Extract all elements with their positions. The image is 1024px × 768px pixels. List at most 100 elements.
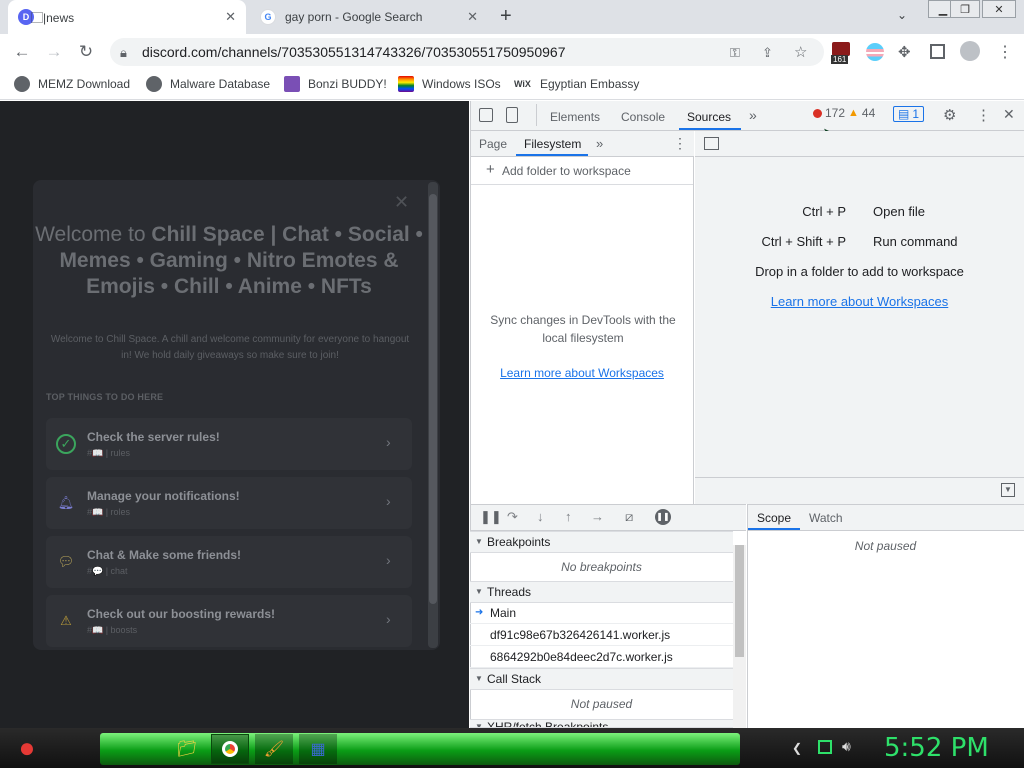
bookmark-star-icon[interactable]: ☆	[794, 43, 807, 61]
tab-elements[interactable]: Elements	[550, 110, 600, 124]
speaker-icon[interactable]: 🔊︎	[842, 738, 851, 755]
pause-icon[interactable]: ❚❚	[480, 509, 502, 525]
bookmark-windows-isos[interactable]: Windows ISOs	[398, 76, 501, 92]
tab-news[interactable]: D ⃞|news ✕	[8, 0, 246, 34]
bookmark-bonzi[interactable]: Bonzi BUDDY!	[284, 76, 387, 92]
reload-icon[interactable]: ↻	[75, 41, 97, 63]
step-icon[interactable]: →	[591, 509, 604, 524]
modal-close-icon[interactable]: ✕	[394, 192, 409, 213]
tab-page[interactable]: Page	[479, 137, 507, 151]
url-text[interactable]: discord.com/channels/703530551314743326/…	[142, 44, 565, 60]
chevron-right-icon: ›	[386, 493, 391, 509]
tab-close-icon[interactable]: ✕	[467, 9, 478, 25]
step-over-icon[interactable]: ↷	[507, 509, 518, 525]
issues-counter[interactable]: 172 ▲ 44	[813, 106, 875, 120]
scrollbar-thumb[interactable]	[735, 545, 744, 657]
lock-icon[interactable]: 🔒︎	[120, 45, 127, 61]
tab-watch[interactable]: Watch	[809, 511, 843, 525]
warning-triangle-icon: ⚠︎	[60, 613, 72, 628]
key-icon[interactable]: ⚿	[730, 45, 740, 61]
divider	[536, 104, 537, 126]
scrollbar-thumb[interactable]	[429, 194, 437, 604]
debugger-scrollbar[interactable]	[733, 545, 746, 728]
devtools-close-icon[interactable]: ✕	[1003, 106, 1015, 123]
inspect-element-icon[interactable]	[479, 108, 493, 122]
taskbar-clock[interactable]: 5:52 PM	[884, 733, 989, 763]
navigator-menu-icon[interactable]: ⋮	[673, 135, 687, 152]
threads-section[interactable]: Threads	[470, 581, 733, 603]
side-panel-icon[interactable]	[930, 44, 945, 59]
section-heading: TOP THINGS TO DO HERE	[46, 392, 164, 402]
step-out-icon[interactable]: ↑	[565, 509, 572, 524]
more-tabs-chevron-icon[interactable]: »	[596, 136, 603, 151]
tab-search-chevron-icon[interactable]: ⌄	[897, 8, 907, 22]
bookmark-label: Malware Database	[170, 77, 271, 91]
extension-flag-icon[interactable]	[866, 43, 884, 61]
profile-avatar-icon[interactable]	[960, 41, 980, 61]
modal-description: Welcome to Chill Space. A chill and welc…	[50, 334, 410, 361]
scope-pane	[747, 531, 1024, 728]
app-window-icon[interactable]: ▦	[299, 734, 337, 764]
error-icon	[813, 108, 822, 118]
shortcut-keys: Ctrl + Shift + P	[761, 234, 846, 249]
tab-filesystem[interactable]: Filesystem	[524, 137, 581, 151]
extension-calendar-icon[interactable]	[832, 42, 850, 56]
editor-pane	[695, 131, 1024, 504]
extensions-puzzle-icon[interactable]: ✥	[898, 43, 911, 61]
restore-button[interactable]: ❐	[950, 0, 980, 18]
forward-arrow-icon[interactable]: →	[43, 41, 65, 63]
pause-on-exceptions-icon[interactable]: ❚❚	[655, 509, 671, 525]
bookmark-memz[interactable]: MEMZ Download	[14, 76, 130, 92]
chevron-right-icon: ›	[386, 552, 391, 568]
tab-console[interactable]: Console	[621, 110, 665, 124]
task-chat[interactable]	[46, 536, 412, 588]
call-stack-section[interactable]: Call Stack	[470, 668, 733, 690]
learn-more-link[interactable]: Learn more about Workspaces	[695, 294, 1024, 309]
angry-bird-start-icon[interactable]: ●	[4, 729, 50, 767]
task-boosting[interactable]	[46, 595, 412, 647]
close-window-button[interactable]: ✕	[982, 0, 1016, 18]
messages-badge[interactable]: ▤ 1	[893, 106, 925, 122]
network-icon[interactable]: ❮	[792, 741, 802, 755]
paint-brush-icon[interactable]: 🖌︎	[255, 734, 293, 764]
share-icon[interactable]: ⇪	[762, 45, 773, 61]
add-folder-label[interactable]: Add folder to workspace	[502, 164, 631, 178]
task-notifications[interactable]	[46, 477, 412, 529]
bookmark-label: Bonzi BUDDY!	[308, 77, 387, 91]
breakpoints-section[interactable]: Breakpoints	[470, 531, 733, 553]
deactivate-breakpoints-icon[interactable]: ⧄	[625, 509, 633, 525]
tab-title: gay porn - Google Search	[285, 10, 423, 24]
bookmark-malware-db[interactable]: Malware Database	[146, 76, 270, 92]
discord-favicon-icon: D	[18, 9, 34, 25]
current-thread-arrow-icon: ➜	[475, 607, 484, 618]
task-channel: #📖 | boosts	[87, 625, 138, 635]
learn-more-link[interactable]: Learn more about Workspaces	[480, 366, 684, 380]
task-server-rules[interactable]	[46, 418, 412, 470]
folder-icon[interactable]: 📁︎	[168, 734, 206, 764]
tab-scope[interactable]: Scope	[757, 511, 791, 525]
thread-row[interactable]: df91c98e67b326426141.worker.js	[470, 624, 733, 646]
devtools-menu-icon[interactable]: ⋮	[976, 106, 991, 124]
chrome-taskbar-icon[interactable]	[211, 734, 249, 764]
device-toolbar-icon[interactable]	[506, 107, 518, 123]
tab-google-search[interactable]: G gay porn - Google Search ✕	[250, 0, 488, 34]
tab-close-icon[interactable]: ✕	[225, 9, 236, 25]
modal-title: Welcome to Chill Space | Chat • Social •…	[33, 222, 425, 300]
step-into-icon[interactable]: ↓	[537, 509, 544, 524]
back-arrow-icon[interactable]: ←	[11, 41, 33, 63]
toggle-debugger-icon[interactable]: ▼	[1001, 483, 1015, 497]
xhr-breakpoints-section[interactable]: XHR/fetch Breakpoints	[470, 719, 733, 728]
rainbow-flag-icon	[398, 76, 414, 92]
thread-row[interactable]: ➜ Main	[470, 602, 733, 624]
new-tab-button[interactable]: +	[500, 5, 512, 28]
bookmark-egyptian-embassy[interactable]: WiX Egyptian Embassy	[514, 76, 639, 92]
modal-scrollbar[interactable]	[428, 182, 438, 648]
settings-gear-icon[interactable]: ⚙	[943, 106, 956, 124]
bell-icon: 🔔︎	[57, 495, 75, 510]
menu-kebab-icon[interactable]: ⋮	[997, 42, 1013, 62]
display-icon[interactable]	[818, 740, 832, 754]
tab-sources[interactable]: Sources	[687, 110, 731, 124]
more-tabs-chevron-icon[interactable]: »	[749, 107, 757, 123]
thread-row[interactable]: 6864292b0e84deec2d7c.worker.js	[470, 646, 733, 668]
toggle-navigator-icon[interactable]	[704, 137, 719, 150]
